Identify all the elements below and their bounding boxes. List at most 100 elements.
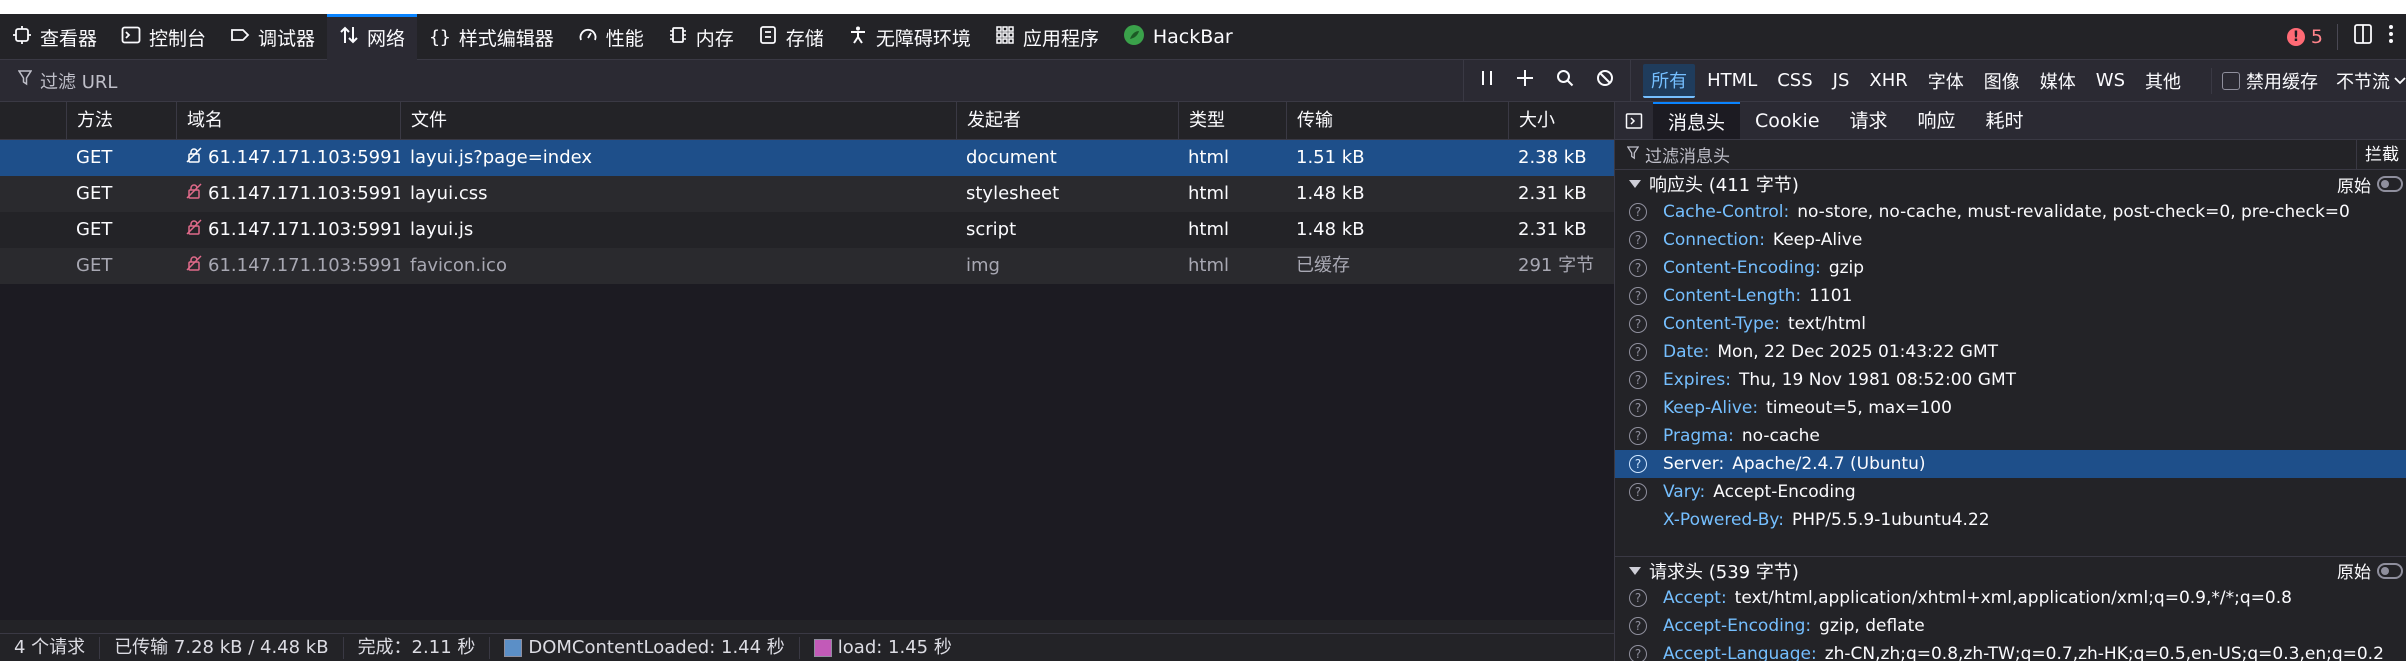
tab-network[interactable]: 网络 <box>327 14 418 60</box>
request-details-panel: 消息头 Cookie 请求 响应 耗时 过滤消息头 拦截 响应头 (411 字节… <box>1614 102 2406 661</box>
header-value: no-store, no-cache, must-revalidate, pos… <box>1797 202 2350 222</box>
table-row[interactable]: GET 61.147.171.103:59915 layui.js script… <box>0 212 1614 248</box>
tab-storage[interactable]: 存储 <box>746 14 836 60</box>
header-row[interactable]: ? Pragma: no-cache <box>1615 422 2406 450</box>
help-icon[interactable]: ? <box>1629 231 1647 249</box>
table-row[interactable]: GET 61.147.171.103:59915 favicon.ico img… <box>0 248 1614 284</box>
header-row[interactable]: ? Connection: Keep-Alive <box>1615 226 2406 254</box>
pause-icon[interactable] <box>1480 69 1494 92</box>
filter-media[interactable]: 媒体 <box>2032 65 2084 97</box>
column-domain[interactable]: 域名 <box>176 102 400 140</box>
column-type[interactable]: 类型 <box>1178 102 1286 140</box>
toggle-panel-icon[interactable] <box>1615 102 1653 139</box>
header-row[interactable]: ? Vary: Accept-Encoding <box>1615 478 2406 506</box>
disable-cache-toggle[interactable]: 禁用缓存 <box>2211 67 2318 94</box>
header-row[interactable]: ? Accept: text/html,application/xhtml+xml,… <box>1615 584 2406 612</box>
url-filter[interactable]: 过滤 URL <box>0 59 1465 102</box>
help-icon[interactable]: ? <box>1629 427 1647 445</box>
column-transferred[interactable]: 传输 <box>1286 102 1508 140</box>
dock-options-icon[interactable] <box>2352 23 2374 50</box>
help-icon[interactable]: ? <box>1629 589 1647 607</box>
memory-icon <box>668 25 688 50</box>
help-icon[interactable]: ? <box>1629 483 1647 501</box>
filter-fonts[interactable]: 字体 <box>1920 65 1972 97</box>
raw-label: 原始 <box>2337 176 2371 197</box>
header-row[interactable]: ? Accept-Language: zh-CN,zh;q=0.8,zh-TW;q=… <box>1615 640 2406 661</box>
section-title: 响应头 (411 字节) <box>1649 175 1799 196</box>
help-icon[interactable]: ? <box>1629 287 1647 305</box>
tab-debugger[interactable]: 调试器 <box>218 14 327 60</box>
tab-request[interactable]: 请求 <box>1835 102 1903 139</box>
tab-style-editor[interactable]: {} 样式编辑器 <box>417 14 566 60</box>
tab-application[interactable]: 应用程序 <box>983 14 1111 60</box>
help-icon[interactable]: ? <box>1629 617 1647 635</box>
tab-memory[interactable]: 内存 <box>656 14 746 60</box>
table-row[interactable]: GET 61.147.171.103:59915 layui.css style… <box>0 176 1614 212</box>
tab-headers[interactable]: 消息头 <box>1653 102 1741 139</box>
column-file[interactable]: 文件 <box>400 102 956 140</box>
tab-performance[interactable]: 性能 <box>566 14 656 60</box>
header-row[interactable]: ? Date: Mon, 22 Dec 2025 01:43:22 GMT <box>1615 338 2406 366</box>
tab-console[interactable]: 控制台 <box>109 14 218 60</box>
disable-cache-checkbox[interactable] <box>2222 71 2240 90</box>
column-size[interactable]: 大小 <box>1508 102 1614 140</box>
column-initiator[interactable]: 发起者 <box>956 102 1178 140</box>
search-icon[interactable] <box>1556 69 1574 92</box>
filter-js[interactable]: JS <box>1825 67 1858 94</box>
tab-timings[interactable]: 耗时 <box>1971 102 2039 139</box>
help-icon[interactable]: ? <box>1629 343 1647 361</box>
request-headers-section[interactable]: 请求头 (539 字节) 原始 <box>1615 556 2406 584</box>
help-icon[interactable]: ? <box>1629 399 1647 417</box>
tab-response[interactable]: 响应 <box>1903 102 1971 139</box>
help-icon[interactable]: ? <box>1629 455 1647 473</box>
filter-images[interactable]: 图像 <box>1976 65 2028 97</box>
error-count: 5 <box>2310 25 2323 48</box>
help-icon[interactable]: ? <box>1629 645 1647 661</box>
help-icon[interactable]: ? <box>1629 259 1647 277</box>
cell-file: layui.css <box>410 183 488 204</box>
header-name: Accept: <box>1663 588 1727 608</box>
headers-filter-input[interactable]: 过滤消息头 <box>1615 142 2356 167</box>
debugger-icon <box>230 25 250 50</box>
raw-toggle[interactable]: 原始 <box>2337 172 2406 197</box>
more-options-icon[interactable] <box>2388 23 2394 50</box>
help-icon[interactable]: ? <box>1629 371 1647 389</box>
add-request-icon[interactable] <box>1516 69 1534 92</box>
response-headers-section[interactable]: 响应头 (411 字节) 原始 <box>1615 170 2406 198</box>
hackbar-icon <box>1123 24 1145 51</box>
filter-ws[interactable]: WS <box>2088 67 2133 94</box>
header-row[interactable]: ? Content-Type: text/html <box>1615 310 2406 338</box>
header-row[interactable]: ? X-Powered-By: PHP/5.5.9-1ubuntu4.22 <box>1615 506 2406 534</box>
table-row[interactable]: GET 61.147.171.103:59915 layui.js?page=i… <box>0 140 1614 176</box>
tab-hackbar[interactable]: HackBar <box>1111 14 1245 60</box>
filter-css[interactable]: CSS <box>1769 67 1820 94</box>
column-status[interactable] <box>0 102 66 140</box>
tab-inspector[interactable]: 查看器 <box>0 14 109 60</box>
filter-other[interactable]: 其他 <box>2137 65 2189 97</box>
filter-html[interactable]: HTML <box>1699 67 1765 94</box>
header-name: X-Powered-By: <box>1663 510 1784 530</box>
column-method[interactable]: 方法 <box>66 102 176 140</box>
headers-filter: 过滤消息头 拦截 <box>1615 139 2406 170</box>
tab-label: 网络 <box>367 27 406 50</box>
header-row[interactable]: ? Server: Apache/2.4.7 (Ubuntu) <box>1615 450 2406 478</box>
header-value: no-cache <box>1741 426 1820 446</box>
header-row[interactable]: ? Keep-Alive: timeout=5, max=100 <box>1615 394 2406 422</box>
block-button[interactable]: 拦截 <box>2356 139 2406 170</box>
clear-icon[interactable] <box>1596 69 1614 92</box>
help-icon[interactable]: ? <box>1629 315 1647 333</box>
tab-accessibility[interactable]: 无障碍环境 <box>836 14 983 60</box>
raw-toggle[interactable]: 原始 <box>2337 558 2406 583</box>
header-row[interactable]: ? Accept-Encoding: gzip, deflate <box>1615 612 2406 640</box>
header-row[interactable]: ? Content-Length: 1101 <box>1615 282 2406 310</box>
header-row[interactable]: ? Expires: Thu, 19 Nov 1981 08:52:00 GMT <box>1615 366 2406 394</box>
filter-xhr[interactable]: XHR <box>1861 67 1915 94</box>
tab-cookies[interactable]: Cookie <box>1740 102 1835 139</box>
header-name: Date: <box>1663 342 1710 362</box>
throttling-select[interactable]: 不节流 <box>2336 68 2406 94</box>
filter-all[interactable]: 所有 <box>1643 63 1696 98</box>
error-count-badge[interactable]: ! 5 <box>2286 25 2323 48</box>
header-row[interactable]: ? Content-Encoding: gzip <box>1615 254 2406 282</box>
header-row[interactable]: ? Cache-Control: no-store, no-cache, must-… <box>1615 198 2406 226</box>
help-icon[interactable]: ? <box>1629 203 1647 221</box>
